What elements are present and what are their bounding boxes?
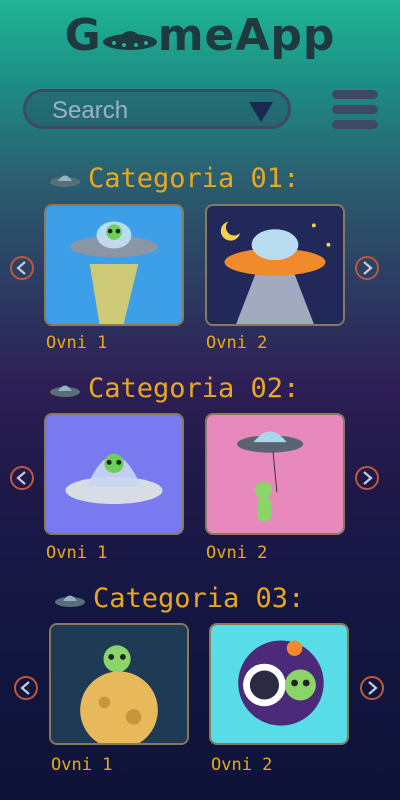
triangle-down-icon[interactable] (248, 101, 274, 123)
prev-arrow-1[interactable] (10, 256, 34, 280)
category-title-2: Categoria 02: (48, 372, 299, 404)
card-ovni-2-cat-1[interactable] (205, 204, 345, 326)
chevron-right-icon (368, 681, 378, 695)
chevron-left-icon (16, 261, 26, 275)
ufo-icon (50, 385, 80, 397)
prev-arrow-2[interactable] (10, 466, 34, 490)
card-ovni-1-cat-2[interactable] (44, 413, 184, 535)
logo-prefix: G (64, 10, 102, 61)
prev-arrow-3[interactable] (14, 676, 38, 700)
caption-ovni-2-cat-2: Ovni 2 (206, 543, 268, 563)
ufo-icon (50, 175, 80, 187)
chevron-left-icon (16, 471, 26, 485)
caption-ovni-2-cat-1: Ovni 2 (206, 333, 268, 353)
search-placeholder: Search (52, 97, 129, 124)
caption-ovni-2-cat-3: Ovni 2 (211, 755, 273, 775)
chevron-right-icon (363, 471, 373, 485)
caption-ovni-1-cat-3: Ovni 1 (51, 755, 113, 775)
card-ovni-2-cat-3[interactable] (209, 623, 349, 745)
chevron-left-icon (20, 681, 30, 695)
hamburger-menu-icon[interactable] (332, 90, 378, 136)
ufo-icon (55, 595, 85, 607)
card-ovni-1-cat-3[interactable] (49, 623, 189, 745)
card-ovni-1-cat-1[interactable] (44, 204, 184, 326)
category-title-3: Categoria 03: (53, 582, 304, 614)
next-arrow-2[interactable] (355, 466, 379, 490)
next-arrow-1[interactable] (355, 256, 379, 280)
caption-ovni-1-cat-1: Ovni 1 (46, 333, 108, 353)
caption-ovni-1-cat-2: Ovni 1 (46, 543, 108, 563)
chevron-right-icon (363, 261, 373, 275)
card-ovni-2-cat-2[interactable] (205, 413, 345, 535)
search-dropdown[interactable]: Search (23, 89, 291, 129)
app-logo: G meApp (0, 10, 400, 61)
ufo-icon (102, 31, 157, 50)
logo-suffix: meApp (157, 10, 336, 61)
category-title-1: Categoria 01: (48, 162, 299, 194)
next-arrow-3[interactable] (360, 676, 384, 700)
